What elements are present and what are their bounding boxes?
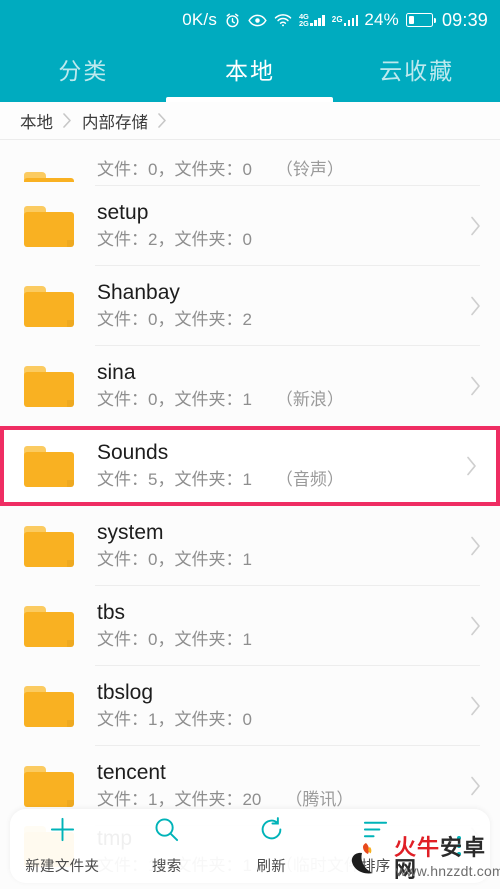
breadcrumb-item-internal-storage[interactable]: 内部存储 bbox=[82, 109, 148, 133]
chevron-right-icon bbox=[458, 375, 492, 397]
list-item[interactable]: Shanbay 文件：0，文件夹：2 bbox=[0, 266, 500, 346]
sort-label: 排序 bbox=[360, 859, 391, 875]
new-folder-label: 新建文件夹 bbox=[25, 859, 100, 875]
tab-local[interactable]: 本地 bbox=[167, 40, 334, 102]
list-item-subtitle: 文件：0，文件夹：1 bbox=[97, 630, 252, 649]
list-item-name: tbs bbox=[97, 601, 126, 624]
battery-icon bbox=[405, 13, 437, 27]
list-item-name: system bbox=[97, 521, 164, 544]
list-item-subtitle: 文件：2，文件夹：0 bbox=[97, 230, 252, 249]
chevron-right-icon bbox=[458, 535, 492, 557]
new-folder-button[interactable]: 新建文件夹 bbox=[10, 816, 115, 876]
folder-icon bbox=[24, 365, 74, 407]
phone-screen: 0K/s 4G 2G 2G 24% 09:39 分类 本地 云收藏 本地 内部存… bbox=[0, 0, 500, 889]
breadcrumb-item-local[interactable]: 本地 bbox=[20, 109, 53, 133]
breadcrumb: 本地 内部存储 bbox=[0, 102, 500, 140]
signal-2g-icon: 2G bbox=[331, 14, 359, 26]
signal-4g-icon: 4G 2G bbox=[299, 12, 325, 28]
list-item-note: （新浪） bbox=[275, 390, 344, 409]
list-item[interactable]: 文件：0，文件夹：0 （铃声） bbox=[0, 140, 500, 186]
tab-active-indicator bbox=[166, 97, 333, 102]
tab-categories[interactable]: 分类 bbox=[0, 40, 167, 102]
bottom-toolbar: 新建文件夹 搜索 刷新 排序 bbox=[10, 809, 490, 883]
alarm-icon bbox=[224, 12, 241, 29]
folder-icon bbox=[24, 205, 74, 247]
list-item-name: setup bbox=[97, 201, 149, 224]
list-item-name: Sounds bbox=[97, 441, 169, 464]
list-item-name: sina bbox=[97, 361, 136, 384]
eye-icon bbox=[248, 13, 267, 28]
list-item-note: （音频） bbox=[275, 470, 344, 489]
chevron-right-icon bbox=[454, 455, 488, 477]
list-item-sounds-highlighted[interactable]: Sounds 文件：5，文件夹：1 （音频） bbox=[0, 426, 500, 506]
chevron-right-icon bbox=[62, 112, 73, 129]
list-item[interactable]: setup 文件：2，文件夹：0 bbox=[0, 186, 500, 266]
chevron-right-icon bbox=[458, 615, 492, 637]
list-item-name: tbslog bbox=[97, 681, 154, 704]
folder-icon bbox=[24, 525, 74, 567]
more-options-button[interactable] bbox=[428, 835, 490, 857]
chevron-right-icon bbox=[458, 695, 492, 717]
folder-icon bbox=[24, 685, 74, 727]
chevron-right-icon bbox=[157, 112, 168, 129]
list-item[interactable]: sina 文件：0，文件夹：1 （新浪） bbox=[0, 346, 500, 426]
list-item-note: （铃声） bbox=[275, 160, 344, 179]
list-item-subtitle: 文件：0，文件夹：1 bbox=[97, 390, 252, 409]
refresh-icon bbox=[258, 816, 285, 848]
folder-icon bbox=[24, 285, 74, 327]
file-list[interactable]: 文件：0，文件夹：0 （铃声） setup 文件：2，文件夹：0 Shanbay… bbox=[0, 140, 500, 889]
list-item[interactable]: tbs 文件：0，文件夹：1 bbox=[0, 586, 500, 666]
list-item-subtitle: 文件：0，文件夹：1 bbox=[97, 550, 252, 569]
folder-icon bbox=[24, 445, 74, 487]
search-icon bbox=[153, 816, 180, 848]
list-item-subtitle: 文件：0，文件夹：2 bbox=[97, 310, 252, 329]
list-item-subtitle: 文件：1，文件夹：0 bbox=[97, 710, 252, 729]
signal-2g-label: 2G bbox=[299, 19, 309, 28]
chevron-right-icon bbox=[458, 215, 492, 237]
signal-2g-sup-label: 2G bbox=[331, 14, 343, 24]
tab-cloud-favorites[interactable]: 云收藏 bbox=[333, 40, 500, 102]
folder-icon bbox=[24, 605, 74, 647]
folder-icon bbox=[24, 172, 74, 182]
network-speed: 0K/s bbox=[182, 10, 218, 29]
list-item[interactable]: tbslog 文件：1，文件夹：0 bbox=[0, 666, 500, 746]
wifi-icon bbox=[274, 13, 292, 27]
folder-icon bbox=[24, 765, 74, 807]
more-vertical-icon bbox=[456, 835, 462, 857]
chevron-right-icon bbox=[458, 775, 492, 797]
refresh-label: 刷新 bbox=[256, 859, 287, 875]
search-label: 搜索 bbox=[151, 859, 182, 875]
sort-button[interactable]: 排序 bbox=[324, 816, 429, 876]
list-item[interactable]: system 文件：0，文件夹：1 bbox=[0, 506, 500, 586]
list-item-subtitle: 文件：5，文件夹：1 bbox=[97, 470, 252, 489]
battery-percent: 24% bbox=[364, 10, 399, 29]
chevron-right-icon bbox=[458, 295, 492, 317]
refresh-button[interactable]: 刷新 bbox=[219, 816, 324, 876]
list-item-subtitle: 文件：0，文件夹：0 bbox=[97, 160, 252, 179]
search-button[interactable]: 搜索 bbox=[115, 816, 220, 876]
tab-bar: 分类 本地 云收藏 bbox=[0, 40, 500, 102]
sort-icon bbox=[362, 816, 389, 848]
status-bar: 0K/s 4G 2G 2G 24% 09:39 bbox=[0, 0, 500, 40]
plus-icon bbox=[49, 816, 76, 848]
list-item-name: Shanbay bbox=[97, 281, 180, 304]
status-clock: 09:39 bbox=[441, 9, 488, 30]
list-item-name: tencent bbox=[97, 761, 166, 784]
